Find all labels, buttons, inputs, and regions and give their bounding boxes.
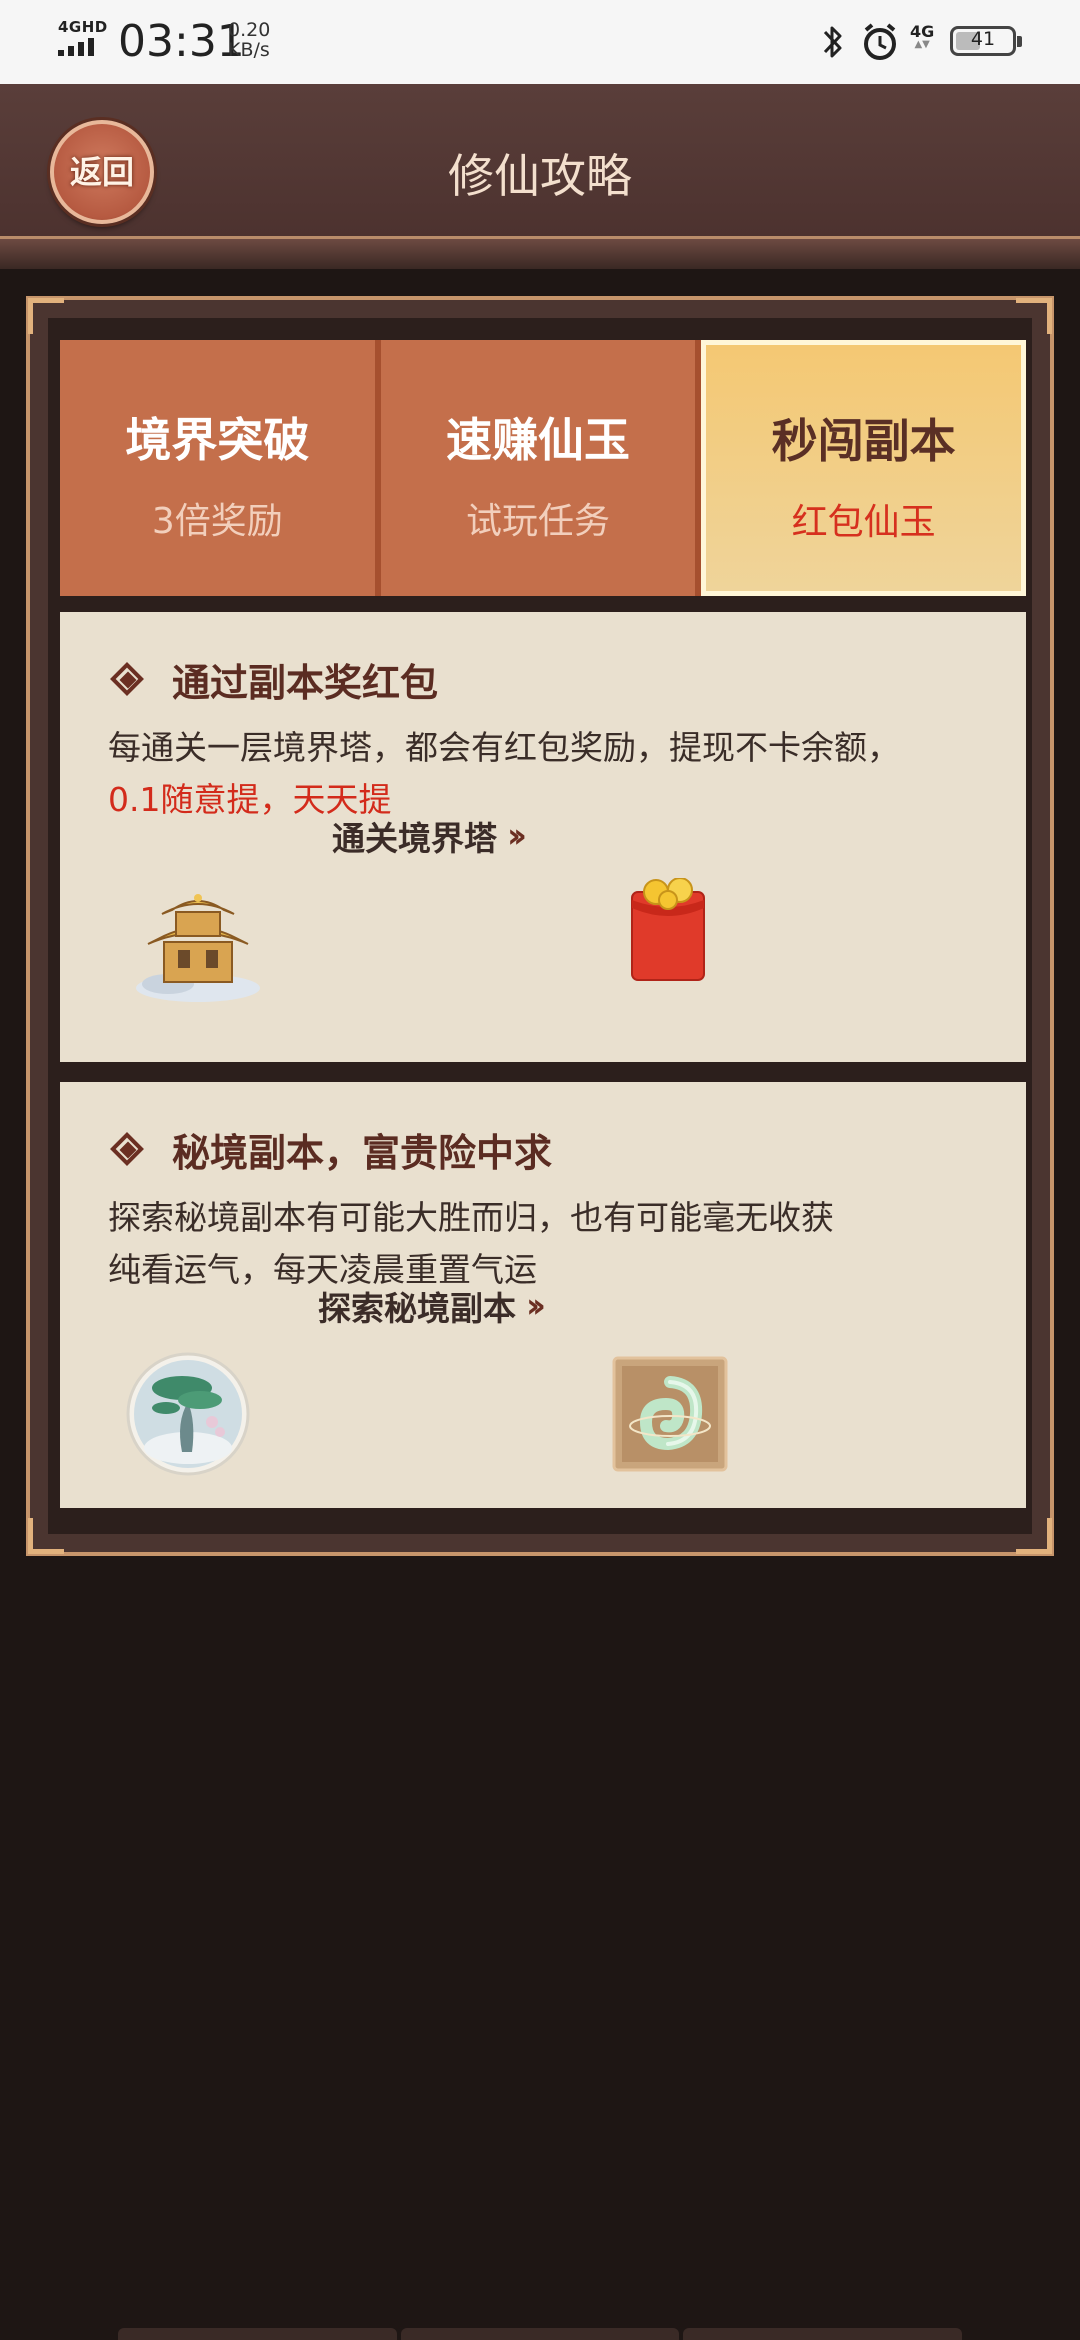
chevron-double-right-icon: ››	[507, 816, 527, 856]
network-type: 4GHD	[58, 18, 108, 36]
header-border	[0, 236, 1080, 269]
card-header: 通过副本奖红包	[108, 652, 438, 707]
tree-icon	[126, 1352, 250, 1476]
card-header: 秘境副本，富贵险中求	[108, 1122, 552, 1177]
speed-unit: KB/s	[228, 39, 270, 61]
pagoda-icon	[136, 894, 260, 1002]
tab-subtitle: 试玩任务	[466, 501, 611, 542]
tab-title: 速赚仙玉	[446, 413, 630, 467]
battery-icon: 41	[950, 26, 1022, 56]
chevron-double-right-icon: ››	[526, 1286, 546, 1326]
card-description: 探索秘境副本有可能大胜而归，也有可能毫无收获 纯看运气，每天凌晨重置气运	[108, 1192, 834, 1296]
battery-level: 41	[970, 28, 996, 50]
explore-dungeon-link[interactable]: 探索秘境副本 ››	[318, 1282, 546, 1330]
alarm-icon	[864, 23, 896, 60]
tab-dungeon[interactable]: 秒闯副本 红包仙玉	[701, 340, 1027, 596]
diamond-icon	[108, 1130, 148, 1170]
clear-tower-link[interactable]: 通关境界塔 ››	[332, 812, 527, 860]
page-title: 修仙攻略	[448, 149, 632, 203]
link-label: 通关境界塔	[332, 819, 497, 858]
tab-bar: 境界突破 3倍奖励 速赚仙玉 试玩任务 秒闯副本 红包仙玉	[60, 340, 1027, 596]
bottom-tab-strip	[118, 2328, 963, 2340]
description-text: 每通关一层境界塔，都会有红包奖励，提现不卡余额，	[108, 728, 900, 767]
bluetooth-icon	[823, 26, 842, 58]
tab-subtitle: 3倍奖励	[151, 501, 283, 542]
jade-icon	[612, 1356, 728, 1472]
card-title: 秘境副本，富贵险中求	[172, 1131, 553, 1175]
tab-subtitle: 红包仙玉	[791, 502, 936, 543]
tab-quick-jade[interactable]: 速赚仙玉 试玩任务	[380, 340, 702, 596]
card-title: 通过副本奖红包	[172, 661, 439, 705]
link-label: 探索秘境副本	[318, 1289, 516, 1328]
cell-type: 4G ▲▼	[910, 22, 935, 50]
tab-realm-breakthrough[interactable]: 境界突破 3倍奖励	[60, 340, 381, 596]
speed-value: 0.20	[228, 19, 271, 41]
card-description: 每通关一层境界塔，都会有红包奖励，提现不卡余额， 0.1随意提，天天提	[108, 722, 900, 826]
description-text: 探索秘境副本有可能大胜而归，也有可能毫无收获	[108, 1198, 834, 1237]
tab-title: 秒闯副本	[771, 414, 956, 468]
signal-icon	[58, 38, 94, 56]
tab-title: 境界突破	[125, 413, 310, 467]
diamond-icon	[108, 660, 148, 700]
red-packet-icon	[631, 878, 705, 981]
clock: 03:31	[118, 16, 245, 67]
network-speed: 0.20 KB/s	[228, 20, 270, 60]
status-bar: 4GHD 03:31 0.20 KB/s 4G ▲▼ 41	[0, 0, 1080, 84]
